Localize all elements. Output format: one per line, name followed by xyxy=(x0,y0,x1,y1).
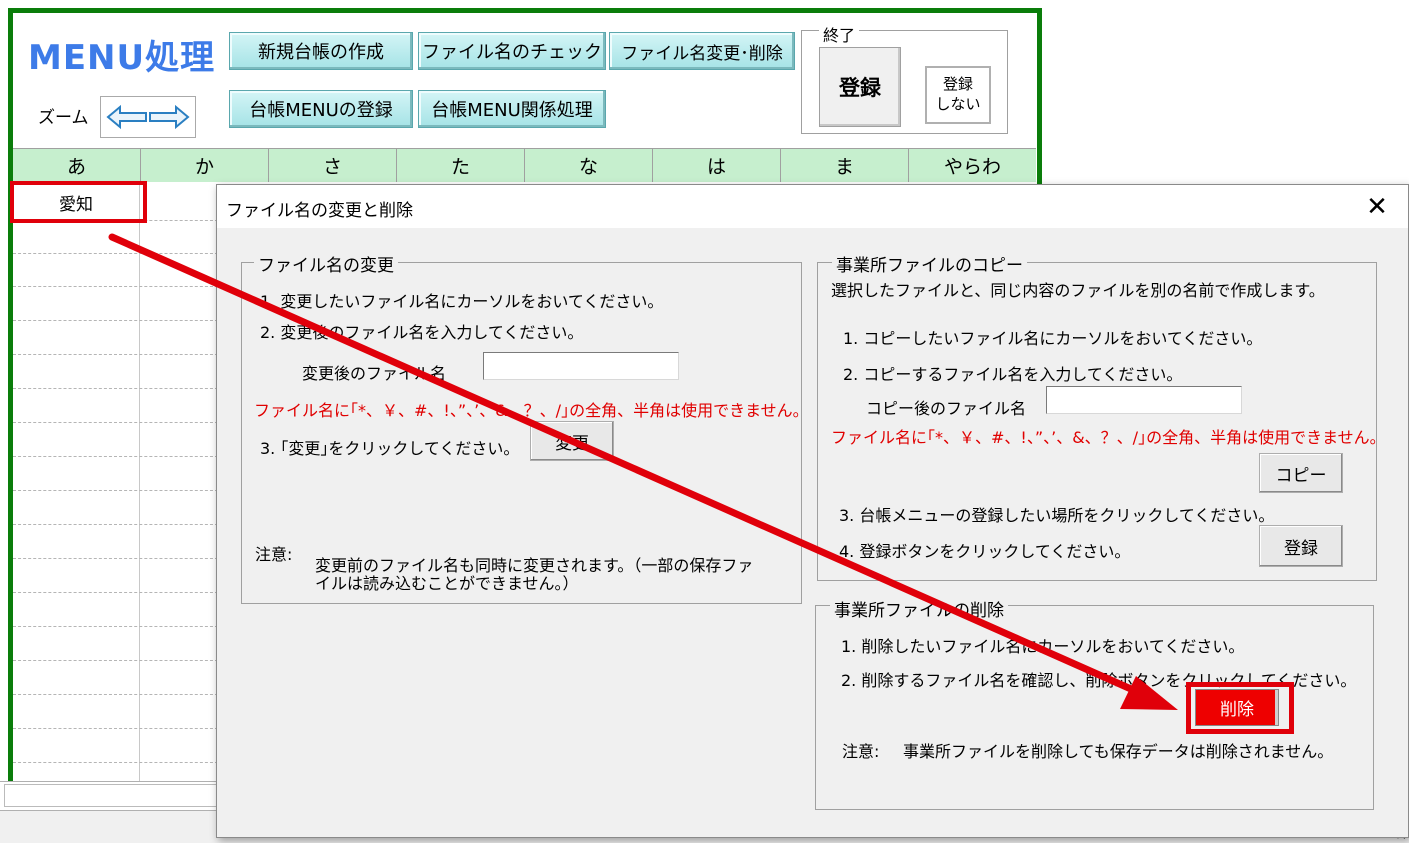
grid-row-line xyxy=(13,388,218,389)
ledger-menu-related-button[interactable]: 台帳MENU関係処理 xyxy=(418,90,606,128)
exit-group-label: 終了 xyxy=(819,22,860,46)
copy-step3: 3. 台帳メニューの登録したい場所をクリックしてください。 xyxy=(839,506,1275,525)
grid-row-line xyxy=(13,524,218,525)
kana-tab-ta[interactable]: た xyxy=(397,149,525,182)
kana-tab-yarawa[interactable]: やらわ xyxy=(909,149,1036,182)
grid-row-line xyxy=(13,694,218,695)
grid-row-line xyxy=(13,253,218,254)
grid-row-line xyxy=(13,728,218,729)
copy-button[interactable]: コピー xyxy=(1259,453,1343,493)
rename-new-name-input[interactable] xyxy=(483,352,679,380)
kana-tab-sa[interactable]: さ xyxy=(269,149,397,182)
copy-description: 選択したファイルと、同じ内容のファイルを別の名前で作成します。 xyxy=(831,281,1325,300)
rename-note-line2: イルは読み込むことができません。） xyxy=(315,574,579,593)
rename-step3: 3. ｢変更｣をクリックしてください。 xyxy=(260,439,520,458)
grid-row-line xyxy=(13,456,218,457)
kana-tab-ma[interactable]: ま xyxy=(781,149,909,182)
zoom-arrows-button[interactable] xyxy=(100,96,196,138)
rename-warning: ファイル名に｢*、￥、#、!、”、’、&、？、/｣の全角、半角は使用できません。 xyxy=(254,401,809,420)
no-register-button[interactable]: 登録 しない xyxy=(925,66,991,124)
dialog-title: ファイル名の変更と削除 xyxy=(226,201,413,221)
menu-title: MENU処理 xyxy=(28,38,216,78)
ledger-menu-register-button[interactable]: 台帳MENUの登録 xyxy=(229,90,413,128)
copy-warning: ファイル名に｢*、￥、#、!、”、’、&、？、/｣の全角、半角は使用できません。 xyxy=(831,428,1386,447)
grid-column-line xyxy=(139,182,140,782)
delete-group-label: 事業所ファイルの削除 xyxy=(830,596,1008,621)
no-register-label-1: 登録 xyxy=(942,75,973,93)
dialog-close-icon[interactable]: ✕ xyxy=(1362,192,1392,222)
grid-row-line xyxy=(13,660,218,661)
rename-step1: 1. 変更したいファイル名にカーソルをおいてください。 xyxy=(260,292,664,311)
left-right-arrows-icon xyxy=(106,104,190,130)
grid-row-line xyxy=(13,592,218,593)
grid-row-line xyxy=(13,354,218,355)
rename-note-label: 注意: xyxy=(255,545,293,564)
kana-tab-header: あ か さ た な は ま やらわ xyxy=(13,148,1036,182)
register-button[interactable]: 登録 xyxy=(819,47,901,127)
zoom-label: ズーム xyxy=(38,108,89,128)
copy-new-name-label: コピー後のファイル名 xyxy=(866,399,1027,418)
rename-step2: 2. 変更後のファイル名を入力してください。 xyxy=(260,323,584,342)
highlight-box-aichi xyxy=(10,181,147,223)
delete-step1: 1. 削除したいファイル名にカーソルをおいてください。 xyxy=(841,637,1245,656)
kana-tab-ka[interactable]: か xyxy=(141,149,269,182)
copy-register-button[interactable]: 登録 xyxy=(1259,525,1343,567)
rename-new-name-label: 変更後のファイル名 xyxy=(302,364,447,383)
copy-step1: 1. コピーしたいファイル名にカーソルをおいてください。 xyxy=(843,329,1263,348)
change-button[interactable]: 変更 xyxy=(530,421,614,461)
copy-step4: 4. 登録ボタンをクリックしてください。 xyxy=(839,542,1131,561)
filename-change-delete-button[interactable]: ファイル名変更･削除 xyxy=(609,32,795,70)
rename-group-label: ファイル名の変更 xyxy=(254,251,398,276)
copy-new-name-input[interactable] xyxy=(1046,386,1242,414)
grid-row-line xyxy=(13,558,218,559)
grid-row-line xyxy=(13,490,218,491)
filename-check-button[interactable]: ファイル名のチェック xyxy=(418,32,606,70)
grid-row-line xyxy=(13,320,218,321)
kana-tab-na[interactable]: な xyxy=(525,149,653,182)
highlight-box-delete xyxy=(1186,682,1294,734)
grid-row-line xyxy=(13,626,218,627)
no-register-label-2: しない xyxy=(935,95,981,113)
grid-row-line xyxy=(13,422,218,423)
status-bar-field xyxy=(4,784,220,807)
new-ledger-button[interactable]: 新規台帳の作成 xyxy=(229,32,413,70)
copy-group-label: 事業所ファイルのコピー xyxy=(832,251,1027,276)
delete-note-label: 注意: xyxy=(842,742,880,761)
kana-tab-a[interactable]: あ xyxy=(13,149,141,182)
grid-row-line xyxy=(13,286,218,287)
kana-tab-ha[interactable]: は xyxy=(653,149,781,182)
copy-step2: 2. コピーするファイル名を入力してください。 xyxy=(843,365,1183,384)
delete-note: 事業所ファイルを削除しても保存データは削除されません。 xyxy=(903,742,1334,761)
grid-row-line xyxy=(13,762,218,763)
